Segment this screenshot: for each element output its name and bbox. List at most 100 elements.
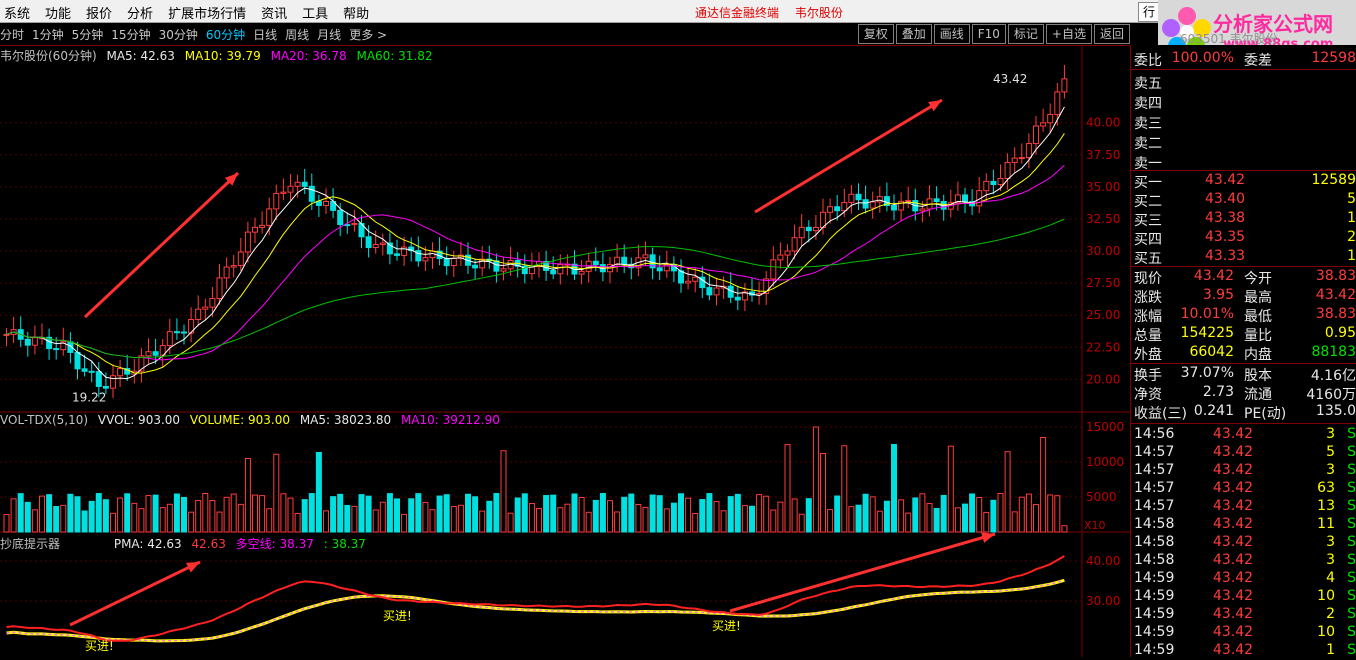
menu-item-5[interactable]: 资讯 (261, 3, 287, 22)
menu-item-2[interactable]: 报价 (86, 3, 112, 22)
volume-bar (173, 493, 180, 533)
tick-volume: 10 (1317, 588, 1335, 604)
quote-row: 卖三 (1134, 113, 1356, 132)
stock-title: 韦尔股份 (794, 6, 843, 20)
period-tab-4[interactable]: 30分钟 (159, 26, 198, 43)
volume-bar (770, 509, 777, 533)
quote-cell: S (1347, 552, 1356, 568)
candle-body (1047, 114, 1054, 124)
candle-body (202, 306, 209, 310)
menu-item-4[interactable]: 扩展市场行情 (168, 3, 246, 22)
quote-cell: 66042 (1189, 344, 1234, 360)
candle-body (557, 264, 564, 275)
market-button[interactable]: 行 (1138, 2, 1160, 22)
candle-body (1054, 91, 1061, 116)
toolbar-button-3[interactable]: F10 (971, 24, 1006, 44)
candle-body (323, 200, 329, 206)
candle-body (1061, 78, 1068, 93)
period-tab-0[interactable]: 分时 (0, 26, 24, 43)
volume-bar (252, 494, 258, 533)
volume-bar (365, 495, 372, 533)
quote-cell: S (1347, 570, 1356, 586)
menu-items: 系统 功能 报价 分析 扩展市场行情 资讯 工具 帮助 (4, 3, 384, 22)
volume-bar (663, 508, 670, 533)
menu-item-7[interactable]: 帮助 (343, 3, 369, 22)
volume-bar (287, 497, 294, 533)
quote-cell: 0.241 (1193, 403, 1234, 419)
candle-body (1018, 157, 1025, 160)
volume-bar (394, 498, 400, 533)
tick-price: 43.42 (1213, 570, 1254, 586)
candle-body (770, 259, 777, 280)
candle-body (678, 270, 684, 284)
menu-bar: 系统 功能 报价 分析 扩展市场行情 资讯 工具 帮助 通达信金融终端 韦尔股份 行 (0, 0, 1356, 23)
period-tab-6[interactable]: 日线 (253, 26, 277, 43)
quote-cell: 现价 (1134, 271, 1162, 287)
quote-cell: 14:59 (1134, 588, 1175, 604)
candle-body (734, 296, 741, 301)
volume-bar (571, 493, 578, 533)
toolbar-button-1[interactable]: 叠加 (895, 24, 932, 44)
quote-cell: 委比 (1134, 53, 1162, 69)
quote-cell: 3.95 (1202, 287, 1234, 303)
period-tab-9[interactable]: 更多 > (349, 26, 387, 43)
quote-cell: 委差 (1244, 53, 1272, 69)
quote-cell: 买二 (1134, 194, 1162, 210)
period-tab-2[interactable]: 5分钟 (72, 26, 104, 43)
candle-body (294, 181, 301, 187)
candle-body (692, 276, 699, 282)
volume-bar (415, 493, 422, 533)
quote-separator (1131, 423, 1356, 424)
volume-bar (791, 498, 798, 533)
period-tab-5[interactable]: 60分钟 (206, 26, 245, 43)
quote-cell: 135.0 (1315, 403, 1356, 419)
price-axis-label: 40.00 (1086, 116, 1120, 130)
ma20-line (6, 164, 1065, 361)
toolbar-button-5[interactable]: +自选 (1045, 24, 1092, 44)
menu-item-0[interactable]: 系统 (4, 3, 30, 22)
volume-bar (74, 496, 81, 533)
period-tab-3[interactable]: 15分钟 (111, 26, 150, 43)
volume-bar (315, 451, 322, 533)
kline-chart[interactable]: 40.00 37.50 35.00 32.50 30.00 27.50 25.00 22.50… (0, 45, 1130, 657)
candle-body (209, 297, 216, 308)
period-tab-8[interactable]: 月线 (317, 26, 341, 43)
menu-item-6[interactable]: 工具 (302, 3, 328, 22)
tick-price: 43.42 (1213, 642, 1254, 658)
candle-body (997, 177, 1004, 186)
volume-bar (46, 494, 53, 533)
quote-cell: 10.01% (1180, 306, 1234, 322)
candle-body (706, 287, 713, 296)
volume-bar (507, 512, 514, 533)
menu-item-3[interactable]: 分析 (127, 3, 153, 22)
toolbar-button-2[interactable]: 画线 (933, 24, 970, 44)
candle-body (990, 180, 997, 186)
candle-body (166, 331, 173, 347)
candle-body (578, 270, 585, 275)
volume-bar (898, 499, 905, 533)
quote-cell: 总量 (1134, 328, 1162, 344)
period-tab-1[interactable]: 1分钟 (32, 26, 64, 43)
volume-bar (436, 495, 443, 533)
volume-bar (670, 502, 677, 533)
buy-signal-label: 买进! (712, 619, 741, 633)
candle-body (962, 194, 968, 203)
toolbar-button-6[interactable]: 返回 (1093, 24, 1130, 44)
volume-bar (17, 493, 24, 533)
quote-cell: 38.83 (1315, 268, 1356, 284)
menu-item-1[interactable]: 功能 (45, 3, 71, 22)
toolbar-button-4[interactable]: 标记 (1007, 24, 1044, 44)
volume-bar (422, 501, 429, 533)
quote-cell: 12598 (1311, 50, 1356, 66)
quote-cell: 流通 (1244, 387, 1272, 403)
volume-bar (223, 496, 230, 533)
toolbar-button-0[interactable]: 复权 (857, 24, 894, 44)
tick-price: 43.42 (1213, 606, 1254, 622)
period-tab-7[interactable]: 周线 (285, 26, 309, 43)
volume-bar (344, 504, 351, 533)
volume-bar (31, 509, 38, 533)
bid-price: 43.33 (1205, 248, 1246, 264)
quote-separator (1131, 266, 1356, 267)
candle-body (656, 267, 663, 272)
volume-bar (912, 497, 919, 533)
